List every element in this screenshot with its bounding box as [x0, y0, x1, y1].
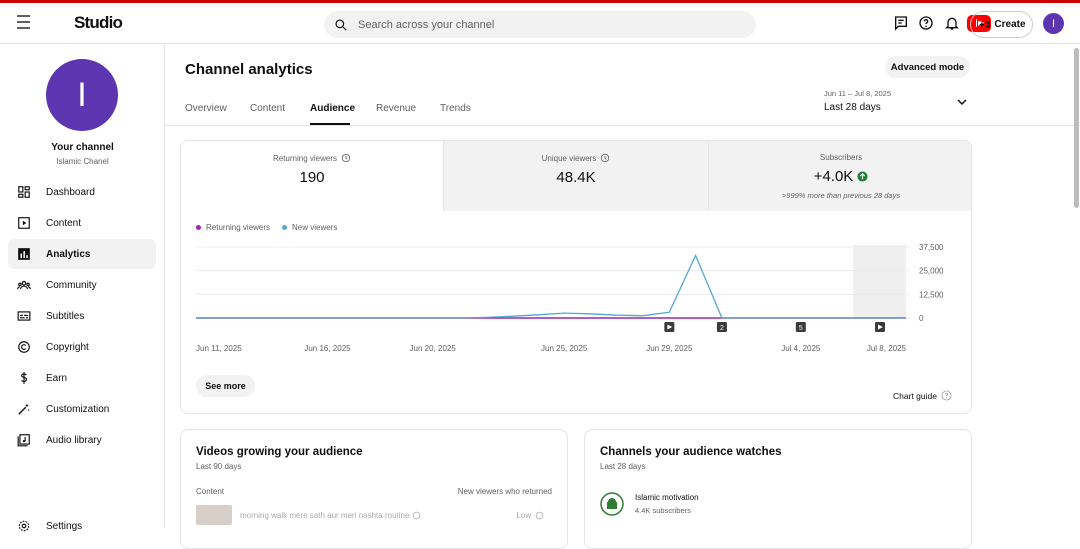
x-tick-label: Jul 8, 2025	[867, 344, 907, 353]
video-row[interactable]: morning walk mere sath aur meri nashta r…	[196, 505, 544, 525]
series-line-new-viewers	[196, 253, 906, 319]
channel-row[interactable]: Islamic motivation 4.4K subscribers	[600, 492, 699, 516]
x-tick-label: Jul 4, 2025	[781, 344, 821, 353]
card-title: Videos growing your audience	[196, 446, 363, 458]
channel-name[interactable]: Islamic motivation	[635, 493, 699, 502]
x-tick-label: Jun 20, 2025	[410, 344, 457, 353]
info-icon[interactable]	[535, 511, 544, 520]
x-tick-label: Jun 11, 2025	[196, 344, 242, 353]
card-title: Channels your audience watches	[600, 446, 782, 458]
incomplete-data-region	[853, 245, 906, 318]
video-marker-play-icon[interactable]	[664, 322, 675, 332]
see-more-button[interactable]: See more	[196, 375, 255, 397]
x-tick-label: Jun 29, 2025	[646, 344, 693, 353]
help-icon	[941, 390, 952, 401]
svg-text:2: 2	[720, 325, 724, 332]
channel-logo-icon[interactable]	[600, 492, 624, 516]
scrollbar[interactable]	[1074, 48, 1079, 208]
info-icon[interactable]	[412, 511, 421, 520]
x-tick-label: Jun 16, 2025	[304, 344, 351, 353]
videos-growing-card: Videos growing your audience Last 90 day…	[180, 429, 568, 549]
chart-guide-link[interactable]: Chart guide	[893, 390, 952, 401]
card-subtitle: Last 90 days	[196, 462, 242, 471]
channels-watch-card: Channels your audience watches Last 28 d…	[584, 429, 972, 549]
video-thumbnail[interactable]	[196, 505, 232, 525]
video-value: Low	[516, 510, 532, 520]
channel-subs: 4.4K subscribers	[635, 506, 691, 515]
x-tick-label: Jun 25, 2025	[541, 344, 588, 353]
y-tick-label: 12,500	[919, 290, 944, 299]
video-marker-count[interactable]: 5	[795, 322, 806, 332]
video-marker-count[interactable]: 2	[716, 322, 727, 332]
video-title[interactable]: morning walk mere sath aur meri nashta r…	[240, 511, 409, 520]
card-subtitle: Last 28 days	[600, 462, 646, 471]
svg-text:5: 5	[799, 325, 803, 332]
y-tick-label: 0	[919, 314, 924, 323]
column-content: Content	[196, 487, 225, 496]
y-tick-label: 25,000	[919, 267, 944, 276]
column-new-viewers: New viewers who returned	[457, 487, 552, 496]
video-marker-play-icon[interactable]	[875, 322, 885, 332]
y-tick-label: 37,500	[919, 243, 944, 252]
chart-guide-label: Chart guide	[893, 390, 937, 401]
